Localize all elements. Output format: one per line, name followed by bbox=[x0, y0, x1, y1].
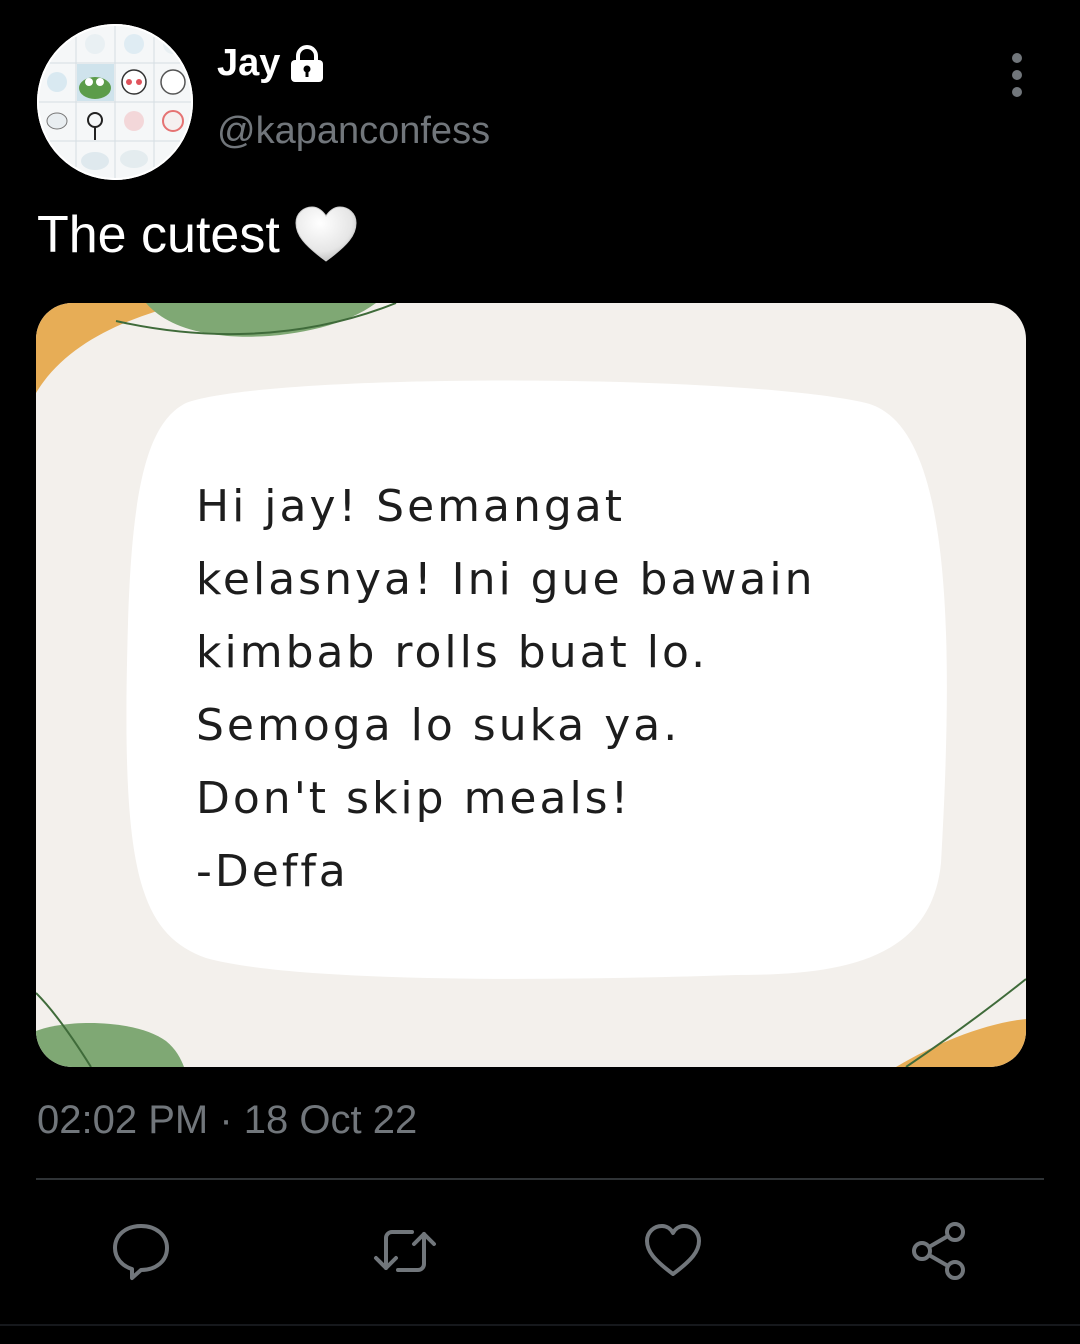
retweet-button[interactable] bbox=[374, 1222, 436, 1284]
like-button[interactable] bbox=[642, 1222, 704, 1284]
note-line: kimbab rolls buat lo. bbox=[196, 627, 709, 678]
lock-icon bbox=[286, 43, 328, 85]
share-button[interactable] bbox=[908, 1220, 970, 1287]
divider bbox=[36, 1178, 1044, 1180]
author-display-name[interactable]: Jay bbox=[217, 42, 328, 85]
reply-button[interactable] bbox=[110, 1222, 172, 1284]
note-line: Hi jay! Semangat bbox=[196, 481, 626, 532]
white-heart-emoji-icon bbox=[294, 205, 358, 265]
note-line: kelasnya! Ini gue bawain bbox=[196, 554, 816, 605]
tweet: Jay @kapanconfess The cutest Hi jay! Sem… bbox=[0, 0, 1080, 1344]
reply-icon bbox=[110, 1220, 172, 1287]
retweet-icon bbox=[372, 1220, 438, 1287]
display-name-text: Jay bbox=[217, 42, 281, 84]
tweet-timestamp[interactable]: 02:02 PM · 18 Oct 22 bbox=[37, 1098, 417, 1143]
share-icon bbox=[908, 1220, 970, 1287]
more-vertical-icon[interactable] bbox=[1000, 52, 1034, 98]
bottom-divider bbox=[0, 1324, 1080, 1326]
avatar[interactable] bbox=[37, 24, 193, 180]
note-text: Hi jay! Semangat kelasnya! Ini gue bawai… bbox=[196, 470, 816, 908]
note-line: Semoga lo suka ya. bbox=[196, 700, 681, 751]
tweet-text-content: The cutest bbox=[37, 206, 280, 264]
author-handle[interactable]: @kapanconfess bbox=[217, 110, 490, 153]
heart-icon bbox=[642, 1220, 704, 1287]
note-line: Don't skip meals! bbox=[196, 773, 632, 824]
note-line: -Deffa bbox=[196, 846, 349, 897]
tweet-text: The cutest bbox=[37, 205, 358, 265]
